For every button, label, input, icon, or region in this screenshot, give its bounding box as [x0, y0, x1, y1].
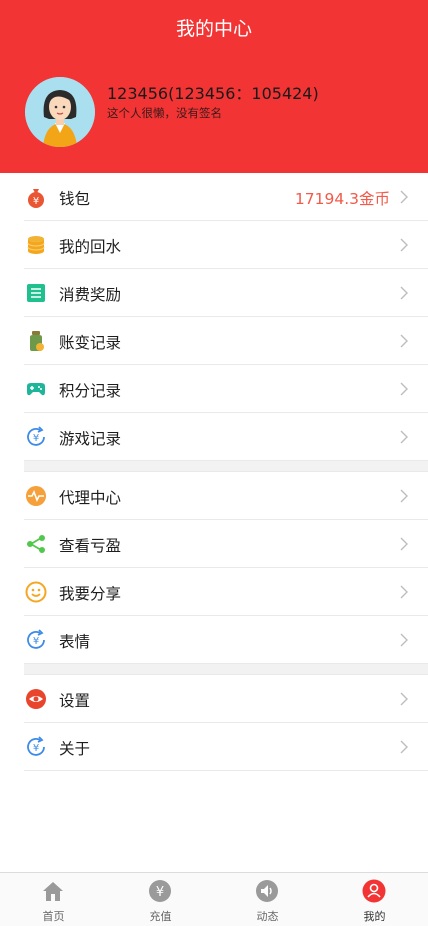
yen-refresh-icon: ¥ [27, 629, 45, 649]
section-divider [24, 461, 428, 472]
document-list-icon [27, 284, 45, 302]
menu-list: ¥ 钱包 17194.3金币 我的回水 消费奖励 账变记录 积分记录 ¥ 游戏记… [0, 173, 428, 771]
user-icon [362, 879, 386, 903]
menu-item-label: 我的回水 [59, 238, 122, 256]
money-bag-icon: ¥ [28, 189, 44, 208]
menu-item-points-records[interactable]: 积分记录 [24, 365, 428, 413]
section-divider [24, 664, 428, 675]
home-icon [43, 882, 63, 901]
page-title: 我的中心 [175, 18, 252, 40]
menu-item-game-records[interactable]: ¥ 游戏记录 [24, 413, 428, 461]
avatar[interactable] [25, 77, 95, 147]
svg-text:¥: ¥ [156, 885, 164, 900]
coins-stack-icon [27, 236, 45, 254]
chevron-right-icon [400, 585, 408, 599]
bottom-tab-bar: 首页 ¥ 充值 动态 我的 [0, 872, 428, 926]
menu-item-profit-loss[interactable]: 查看亏盈 [24, 520, 428, 568]
chevron-right-icon [400, 238, 408, 252]
chevron-right-icon [400, 537, 408, 551]
menu-item-label: 积分记录 [59, 382, 122, 400]
menu-item-label: 钱包 [59, 190, 91, 208]
username: 123456(123456：105424) [107, 84, 319, 103]
pulse-icon [26, 486, 46, 506]
yen-refresh-icon: ¥ [27, 426, 45, 446]
chevron-right-icon [400, 334, 408, 348]
menu-item-about[interactable]: ¥ 关于 [24, 723, 428, 771]
tab-activity[interactable]: 动态 [214, 873, 321, 926]
menu-item-label: 设置 [59, 692, 91, 710]
menu-item-label: 表情 [59, 633, 91, 651]
chevron-right-icon [400, 633, 408, 647]
svg-text:¥: ¥ [33, 196, 39, 207]
menu-item-label: 查看亏盈 [59, 537, 122, 555]
tab-mine[interactable]: 我的 [321, 873, 428, 926]
wallet-balance: 17194.3金币 [294, 190, 390, 208]
tab-label: 我的 [363, 910, 386, 923]
chevron-right-icon [400, 430, 408, 444]
menu-item-rebate[interactable]: 我的回水 [24, 221, 428, 269]
settings-icon [26, 689, 46, 709]
yen-circle-icon: ¥ [149, 880, 171, 902]
tab-home[interactable]: 首页 [0, 873, 107, 926]
chevron-right-icon [400, 382, 408, 396]
svg-text:¥: ¥ [33, 636, 39, 647]
share-nodes-icon [27, 535, 45, 553]
menu-item-emoji[interactable]: ¥ 表情 [24, 616, 428, 664]
speaker-icon [256, 880, 278, 902]
menu-item-settings[interactable]: 设置 [24, 675, 428, 723]
chevron-right-icon [400, 489, 408, 503]
menu-item-consumption-reward[interactable]: 消费奖励 [24, 269, 428, 317]
tab-label: 首页 [42, 910, 65, 923]
svg-text:¥: ¥ [33, 743, 39, 754]
tab-recharge[interactable]: ¥ 充值 [107, 873, 214, 926]
jar-icon [30, 331, 44, 351]
menu-item-share[interactable]: 我要分享 [24, 568, 428, 616]
menu-item-label: 游戏记录 [59, 430, 122, 448]
svg-text:¥: ¥ [33, 433, 39, 444]
menu-item-agent-center[interactable]: 代理中心 [24, 472, 428, 520]
chevron-right-icon [400, 190, 408, 204]
chevron-right-icon [400, 692, 408, 706]
menu-item-label: 账变记录 [59, 334, 122, 352]
yen-refresh-icon: ¥ [27, 736, 45, 756]
menu-item-label: 我要分享 [59, 585, 122, 603]
menu-item-label: 代理中心 [59, 489, 122, 507]
smiley-icon [25, 581, 47, 603]
chevron-right-icon [400, 740, 408, 754]
menu-item-wallet[interactable]: ¥ 钱包 17194.3金币 [24, 173, 428, 221]
menu-item-account-changes[interactable]: 账变记录 [24, 317, 428, 365]
gamepad-icon [27, 383, 45, 396]
menu-item-label: 消费奖励 [59, 286, 122, 304]
menu-item-label: 关于 [59, 740, 91, 758]
user-signature: 这个人很懒，没有签名 [107, 106, 222, 120]
tab-label: 充值 [149, 910, 172, 923]
chevron-right-icon [400, 286, 408, 300]
tab-label: 动态 [256, 910, 279, 923]
profile-header: 我的中心 123456(123456：105424) 这个人很懒，没有签名 [0, 0, 428, 173]
